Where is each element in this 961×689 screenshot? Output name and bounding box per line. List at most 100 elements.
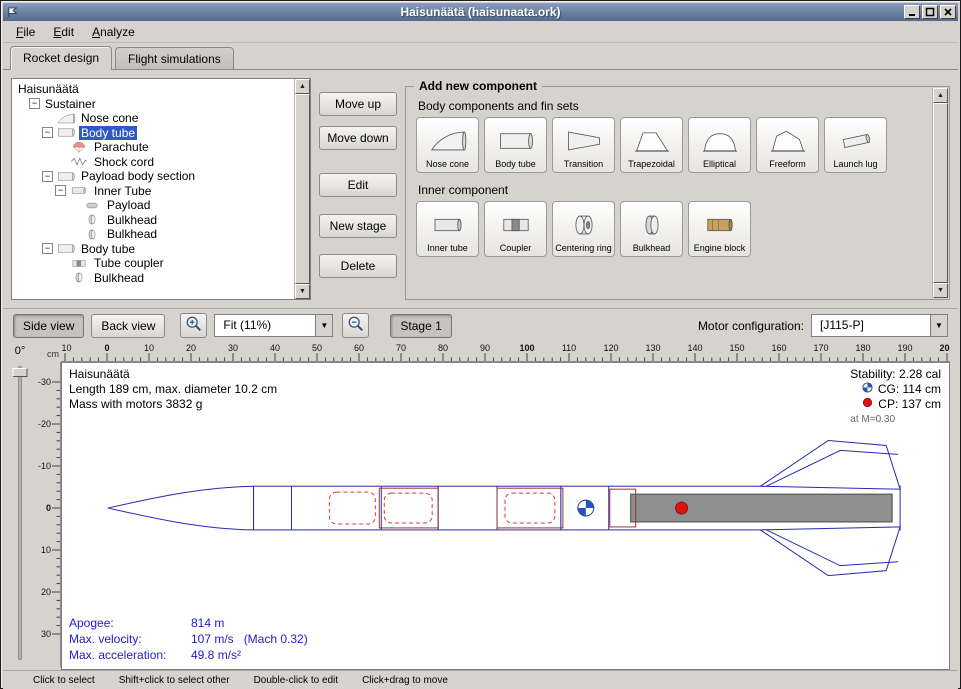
tree-item-bulkhead[interactable]: Bulkhead	[16, 213, 294, 228]
tree-item-bulkhead[interactable]: Bulkhead	[16, 271, 294, 286]
tree-item-tube-coupler[interactable]: Tube coupler	[16, 256, 294, 271]
tree-expander-icon[interactable]: −	[29, 98, 40, 109]
tree-item-label: Bulkhead	[105, 213, 159, 227]
add-component-panel: Add new component Body components and fi…	[405, 86, 950, 300]
max-velocity-value: 107 m/s	[191, 632, 234, 646]
hint-shift-click: Shift+click to select other	[119, 675, 230, 686]
tree-item-inner-tube[interactable]: −Inner Tube	[16, 184, 294, 199]
zoom-select[interactable]: Fit (11%) ▼	[214, 314, 333, 337]
move-down-button[interactable]: Move down	[319, 126, 397, 150]
add-trapezoidal-button[interactable]: Trapezoidal	[620, 117, 683, 173]
side-view-button[interactable]: Side view	[13, 314, 84, 338]
tree-item-label: Sustainer	[43, 97, 98, 111]
svg-text:-20: -20	[38, 419, 51, 429]
scroll-down-icon[interactable]: ▼	[933, 283, 948, 298]
svg-text:190: 190	[897, 343, 912, 353]
component-button-label: Nose cone	[426, 160, 469, 170]
innertube-icon	[426, 205, 470, 244]
tree-item-label: Shock cord	[92, 155, 156, 169]
scroll-up-icon[interactable]: ▲	[295, 79, 310, 94]
add-bulkhead-button[interactable]: Bulkhead	[620, 201, 683, 257]
add-launch-lug-button[interactable]: Launch lug	[824, 117, 887, 173]
menu-file[interactable]: File	[9, 23, 42, 41]
menu-edit[interactable]: Edit	[46, 23, 81, 41]
edit-button[interactable]: Edit	[319, 173, 397, 197]
zoom-out-button[interactable]	[342, 313, 369, 338]
bodytube-icon	[56, 170, 76, 183]
zoom-in-button[interactable]	[180, 313, 207, 338]
svg-text:70: 70	[396, 343, 406, 353]
menu-analyze[interactable]: Analyze	[85, 23, 142, 41]
add-engine-block-button[interactable]: Engine block	[688, 201, 751, 257]
svg-text:30: 30	[228, 343, 238, 353]
tree-item-label: Payload body section	[79, 169, 197, 183]
window-title: Haisunäätä (haisunaata.ork)	[3, 5, 958, 19]
tree-item-haisun-t[interactable]: Haisunäätä	[16, 82, 294, 97]
shockcord-icon	[69, 155, 89, 168]
menubar: File Edit Analyze	[3, 21, 958, 43]
rotation-slider[interactable]	[18, 366, 22, 660]
component-button-label: Coupler	[500, 244, 532, 254]
tree-item-body-tube[interactable]: −Body tube	[16, 126, 294, 141]
tree-item-payload[interactable]: Payload	[16, 198, 294, 213]
chevron-down-icon[interactable]: ▼	[930, 315, 947, 336]
freeform-icon	[766, 121, 810, 160]
engineblock-icon	[698, 205, 742, 244]
scrollbar-thumb[interactable]	[933, 103, 948, 283]
add-coupler-button[interactable]: Coupler	[484, 201, 547, 257]
maximize-button[interactable]	[922, 5, 938, 19]
tree-item-shock-cord[interactable]: Shock cord	[16, 155, 294, 170]
nose-cone-shape	[108, 486, 254, 530]
rotation-control: 0°	[3, 342, 37, 670]
bulkhead-icon	[69, 271, 89, 284]
rocket-canvas[interactable]: Haisunäätä Length 189 cm, max. diameter …	[61, 362, 950, 670]
add-nose-cone-button[interactable]: Nose cone	[416, 117, 479, 173]
tree-item-body-tube[interactable]: −Body tube	[16, 242, 294, 257]
tree-item-label: Parachute	[92, 140, 151, 154]
bodytube-icon	[56, 126, 76, 139]
svg-text:-10: -10	[38, 461, 51, 471]
tab-rocket-design[interactable]: Rocket design	[10, 46, 112, 70]
tree-expander-icon[interactable]: −	[42, 243, 53, 254]
delete-button[interactable]: Delete	[319, 254, 397, 278]
rotation-slider-thumb[interactable]	[13, 368, 28, 377]
chevron-down-icon[interactable]: ▼	[315, 315, 332, 336]
add-transition-button[interactable]: Transition	[552, 117, 615, 173]
titlebar[interactable]: Haisunäätä (haisunaata.ork)	[3, 3, 958, 21]
add-component-title: Add new component	[414, 79, 542, 93]
scroll-down-icon[interactable]: ▼	[295, 284, 310, 299]
move-up-button[interactable]: Move up	[319, 92, 397, 116]
horizontal-ruler: -100102030405060708090100110120130140150…	[61, 342, 950, 362]
tab-flight-simulations[interactable]: Flight simulations	[115, 47, 234, 69]
upper-fin-shape	[760, 440, 900, 489]
vertical-ruler: -30-20-100102030	[37, 362, 61, 670]
tree-expander-icon[interactable]: −	[55, 185, 66, 196]
back-view-button[interactable]: Back view	[91, 314, 165, 338]
tree-item-payload-body-section[interactable]: − Payload body section	[16, 169, 294, 184]
svg-text:0: 0	[104, 343, 109, 353]
tree-scrollbar[interactable]: ▲ ▼	[294, 79, 310, 299]
tree-item-nose-cone[interactable]: Nose cone	[16, 111, 294, 126]
tree-item-label: Tube coupler	[92, 256, 166, 270]
stage-1-toggle[interactable]: Stage 1	[390, 314, 451, 338]
new-stage-button[interactable]: New stage	[319, 214, 397, 238]
scrollbar-thumb[interactable]	[295, 94, 310, 284]
magnifier-minus-icon	[347, 315, 365, 336]
scroll-up-icon[interactable]: ▲	[933, 88, 948, 103]
cg-marker	[578, 500, 594, 516]
tree-expander-icon[interactable]: −	[42, 127, 53, 138]
add-centering-ring-button[interactable]: Centering ring	[552, 201, 615, 257]
tree-expander-icon[interactable]: −	[42, 171, 53, 182]
add-body-tube-button[interactable]: Body tube	[484, 117, 547, 173]
add-inner-tube-button[interactable]: Inner tube	[416, 201, 479, 257]
tree-item-bulkhead[interactable]: Bulkhead	[16, 227, 294, 242]
minimize-button[interactable]	[904, 5, 920, 19]
motor-configuration-select[interactable]: [J115-P] ▼	[811, 314, 948, 337]
tree-item-parachute[interactable]: Parachute	[16, 140, 294, 155]
add-panel-scrollbar[interactable]: ▲ ▼	[932, 88, 948, 298]
add-elliptical-button[interactable]: Elliptical	[688, 117, 751, 173]
tree-item-sustainer[interactable]: −Sustainer	[16, 97, 294, 112]
add-freeform-button[interactable]: Freeform	[756, 117, 819, 173]
close-button[interactable]	[940, 5, 956, 19]
max-velocity-label: Max. velocity:	[69, 631, 191, 647]
